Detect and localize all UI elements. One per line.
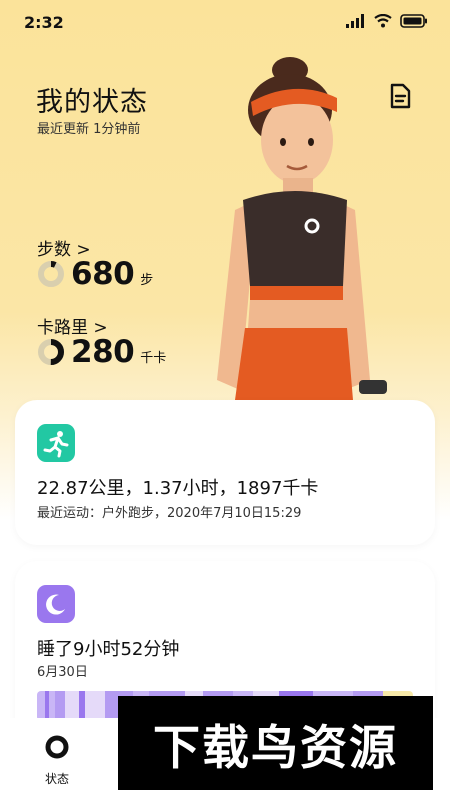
signal-icon: [346, 14, 364, 28]
wifi-icon: [374, 14, 392, 28]
status-ring-icon: [45, 735, 69, 759]
workout-card[interactable]: 22.87公里，1.37小时，1897千卡 最近运动：户外跑步，2020年7月1…: [15, 400, 435, 545]
status-bar: 2:32: [0, 0, 450, 44]
last-updated-text: 最近更新 1分钟前: [37, 122, 141, 137]
running-icon: [37, 424, 75, 462]
status-icons: [346, 14, 428, 28]
calories-progress-ring: [38, 339, 64, 365]
avatar-illustration: [217, 57, 387, 400]
steps-unit: 步: [140, 272, 154, 288]
steps-progress-ring: [38, 261, 64, 287]
moon-icon: [37, 585, 75, 623]
calories-value: 280: [71, 334, 135, 370]
workout-summary: 22.87公里，1.37小时，1897千卡: [37, 478, 319, 499]
watermark-overlay: 下载鸟资源: [118, 696, 433, 790]
sleep-summary: 睡了9小时52分钟: [37, 639, 180, 660]
workout-detail: 最近运动：户外跑步，2020年7月10日15:29: [37, 506, 302, 521]
page-title: 我的状态: [36, 87, 148, 118]
calories-metric: 280 千卡: [37, 334, 166, 370]
steps-metric: 680 步: [37, 256, 153, 292]
steps-value: 680: [71, 256, 135, 292]
sleep-date: 6月30日: [37, 665, 88, 680]
status-time: 2:32: [24, 13, 64, 32]
calories-unit: 千卡: [140, 350, 167, 366]
nav-item-status[interactable]: 状态: [34, 734, 80, 787]
battery-icon: [400, 14, 427, 28]
nav-label-status: 状态: [44, 772, 69, 786]
